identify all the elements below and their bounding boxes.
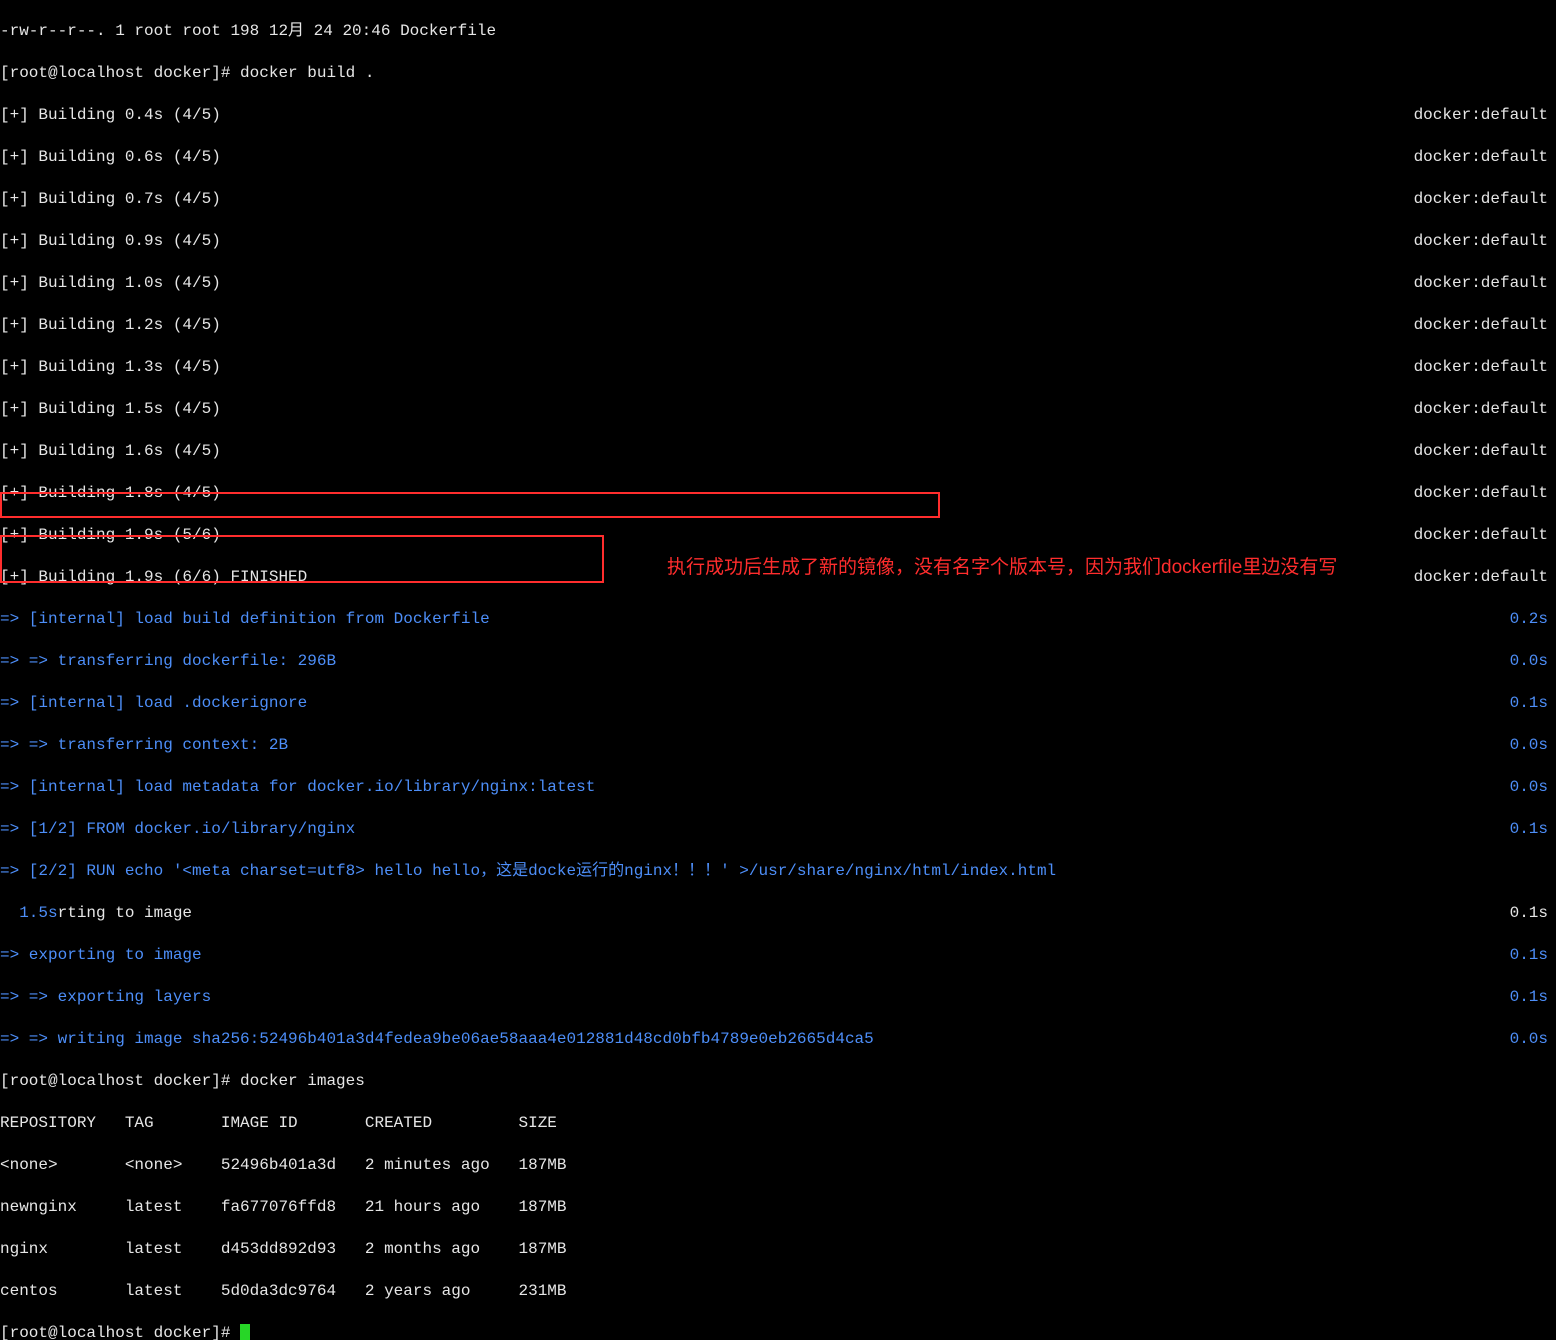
build-step: [+] Building 1.9s (5/6) — [0, 525, 221, 546]
build-tag: docker:default — [1414, 567, 1556, 588]
image-row: centos latest 5d0da3dc9764 2 years ago 2… — [0, 1282, 567, 1300]
step-line: => exporting to image — [0, 945, 202, 966]
step-line: => [internal] load build definition from… — [0, 609, 490, 630]
step-line: => => exporting layers — [0, 987, 211, 1008]
build-step: [+] Building 1.0s (4/5) — [0, 273, 221, 294]
cursor-icon — [240, 1324, 250, 1340]
step-time: 0.0s — [1510, 651, 1556, 672]
step-time: 0.0s — [1510, 735, 1556, 756]
build-step: [+] Building 0.4s (4/5) — [0, 105, 221, 126]
build-tag: docker:default — [1414, 357, 1556, 378]
step-fragment: rting to image — [58, 904, 192, 922]
build-step: [+] Building 1.3s (4/5) — [0, 357, 221, 378]
step-line: => [internal] load metadata for docker.i… — [0, 777, 595, 798]
prompt-idle: [root@localhost docker]# — [0, 1324, 240, 1340]
build-step: [+] Building 0.7s (4/5) — [0, 189, 221, 210]
step-time: 0.1s — [1510, 819, 1556, 840]
step-line: => [1/2] FROM docker.io/library/nginx — [0, 819, 355, 840]
ls-line: -rw-r--r--. 1 root root 198 12月 24 20:46… — [0, 22, 496, 40]
build-tag: docker:default — [1414, 441, 1556, 462]
build-step: [+] Building 0.9s (4/5) — [0, 231, 221, 252]
images-header: REPOSITORY TAG IMAGE ID CREATED SIZE — [0, 1114, 557, 1132]
step-time: 0.1s — [1510, 987, 1556, 1008]
build-step: [+] Building 1.8s (4/5) — [0, 483, 221, 504]
build-tag: docker:default — [1414, 399, 1556, 420]
step-line: => [2/2] RUN echo '<meta charset=utf8> h… — [0, 862, 1056, 880]
build-step: [+] Building 1.2s (4/5) — [0, 315, 221, 336]
image-row-none: <none> <none> 52496b401a3d 2 minutes ago… — [0, 1156, 567, 1174]
build-tag: docker:default — [1414, 525, 1556, 546]
step-time: 0.2s — [1510, 609, 1556, 630]
prompt-build: [root@localhost docker]# docker build . — [0, 64, 374, 82]
terminal-output[interactable]: -rw-r--r--. 1 root root 198 12月 24 20:46… — [0, 0, 1556, 1340]
step-time: 0.0s — [1510, 1029, 1556, 1050]
step-time: 0.1s — [1510, 903, 1556, 924]
step-time-inline: 1.5s — [0, 904, 58, 922]
build-tag: docker:default — [1414, 483, 1556, 504]
build-finished: [+] Building 1.9s (6/6) FINISHED — [0, 567, 307, 588]
build-tag: docker:default — [1414, 105, 1556, 126]
build-tag: docker:default — [1414, 315, 1556, 336]
step-time: 0.1s — [1510, 693, 1556, 714]
step-line: => => transferring context: 2B — [0, 735, 288, 756]
build-step: [+] Building 1.5s (4/5) — [0, 399, 221, 420]
build-step: [+] Building 1.6s (4/5) — [0, 441, 221, 462]
prompt-images: [root@localhost docker]# docker images — [0, 1072, 365, 1090]
step-time: 0.0s — [1510, 777, 1556, 798]
image-row: nginx latest d453dd892d93 2 months ago 1… — [0, 1240, 567, 1258]
build-tag: docker:default — [1414, 273, 1556, 294]
step-line: => [internal] load .dockerignore — [0, 693, 307, 714]
step-line: => => transferring dockerfile: 296B — [0, 651, 336, 672]
build-tag: docker:default — [1414, 189, 1556, 210]
step-time: 0.1s — [1510, 945, 1556, 966]
build-step: [+] Building 0.6s (4/5) — [0, 147, 221, 168]
build-tag: docker:default — [1414, 231, 1556, 252]
annotation-text: 执行成功后生成了新的镜像，没有名字个版本号，因为我们dockerfile里边没有… — [667, 554, 1427, 582]
image-row: newnginx latest fa677076ffd8 21 hours ag… — [0, 1198, 567, 1216]
step-writing-image: => => writing image sha256:52496b401a3d4… — [0, 1029, 874, 1050]
build-tag: docker:default — [1414, 147, 1556, 168]
